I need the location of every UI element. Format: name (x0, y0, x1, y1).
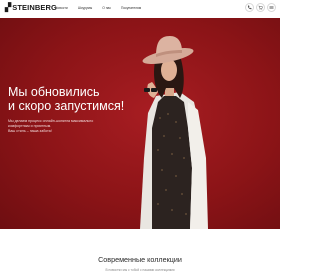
brand-logo[interactable]: ▞ STEINBERG (5, 3, 57, 12)
logo-text: STEINBERG (12, 3, 57, 12)
hero-title: Мы обновились и скоро запустимся! (8, 85, 138, 113)
nav-item-news[interactable]: Новости (55, 6, 68, 10)
site-header: ▞ STEINBERG Новости Шоурумы О нас Покупа… (0, 0, 280, 18)
collections-section: Современные коллекции В новостях мы с то… (0, 229, 280, 280)
hero-text-line-3: Ваш стиль – наша забота! (8, 129, 52, 134)
hero-model-image (140, 36, 208, 229)
menu-icon[interactable] (267, 3, 276, 12)
collections-title: Современные коллекции (98, 255, 182, 264)
collections-subtitle: В новостях мы с тобой с нашими коллекция… (105, 268, 175, 272)
main-nav: Новости Шоурумы О нас Покупателям (55, 6, 141, 10)
nav-item-showrooms[interactable]: Шоурумы (78, 6, 92, 10)
hero-banner: Мы обновились и скоро запустимся! Мы дел… (0, 18, 280, 229)
header-actions (245, 3, 276, 12)
cart-icon[interactable] (256, 3, 265, 12)
hero-title-line-2: и скоро запустимся! (8, 98, 125, 113)
nav-item-customers[interactable]: Покупателям (121, 6, 141, 10)
logo-icon: ▞ (5, 3, 12, 12)
phone-icon[interactable] (245, 3, 254, 12)
hero-title-line-1: Мы обновились (8, 85, 100, 99)
nav-item-about[interactable]: О нас (102, 6, 111, 10)
hero-description: Мы делаем процесс онлайн-шопинга максима… (8, 119, 123, 135)
